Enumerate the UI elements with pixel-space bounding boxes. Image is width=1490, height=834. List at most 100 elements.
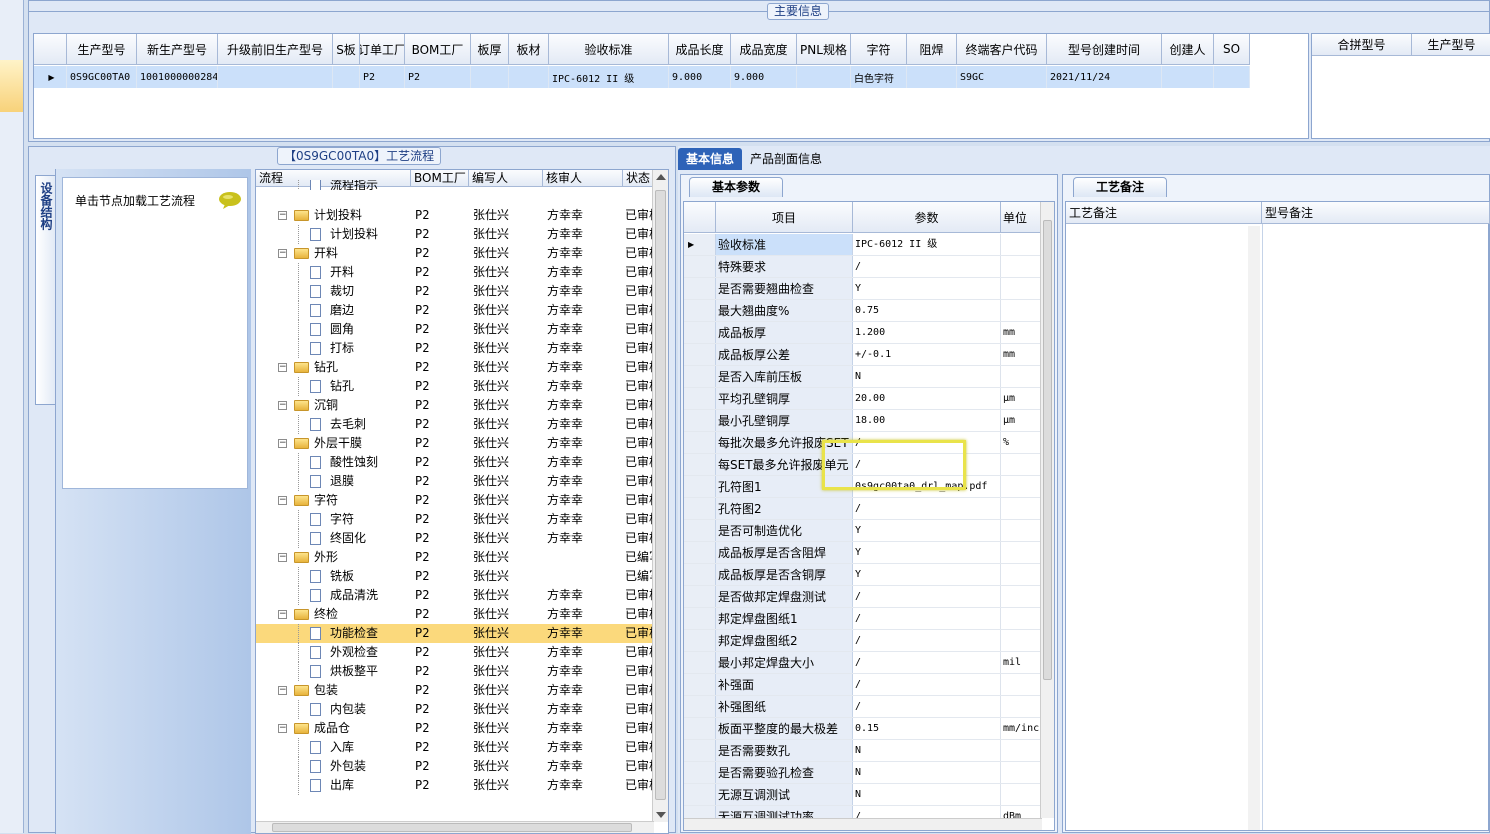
tree-node[interactable]: 入库 <box>256 738 411 757</box>
tree-node[interactable]: − 字符 <box>256 491 411 510</box>
author-cell[interactable]: 张仕兴 <box>469 681 543 700</box>
param-value[interactable]: / <box>853 432 1001 453</box>
params-column-header[interactable]: 单位 <box>1001 202 1041 232</box>
side-tab-equipment-structure[interactable]: 设备结构 <box>35 175 55 405</box>
tree-node[interactable]: − 开料 <box>256 244 411 263</box>
tree-node[interactable]: − 成品仓 <box>256 719 411 738</box>
grid-cell[interactable]: S9GC <box>957 66 1047 88</box>
author-cell[interactable]: 张仕兴 <box>469 225 543 244</box>
author-cell[interactable]: 张仕兴 <box>469 567 543 586</box>
grid-cell[interactable] <box>509 66 549 88</box>
reviewer-cell[interactable]: 方幸幸 <box>543 624 623 643</box>
params-column-header[interactable]: 项目 <box>716 202 853 232</box>
collapse-toggle-icon[interactable]: − <box>278 363 287 372</box>
params-row[interactable]: 成品板厚是否含阻焊 Y <box>684 542 1041 564</box>
tree-row[interactable]: 酸性蚀刻 P2张仕兴方幸幸已审核 <box>256 453 654 472</box>
grid-cell[interactable]: P2 <box>360 66 405 88</box>
tree-row[interactable]: 功能检查 P2张仕兴方幸幸已审核 <box>256 624 654 643</box>
bom-factory-cell[interactable]: P2 <box>411 719 469 738</box>
notes-column-header[interactable]: 型号备注 <box>1262 202 1490 223</box>
bom-factory-cell[interactable]: P2 <box>411 339 469 358</box>
param-value[interactable]: / <box>853 652 1001 673</box>
params-row[interactable]: 孔符图1 0s9gc00ta0_drl_map.pdf <box>684 476 1041 498</box>
tree-node[interactable]: 外包装 <box>256 757 411 776</box>
bom-factory-cell[interactable]: P2 <box>411 738 469 757</box>
tree-horizontal-scrollbar[interactable] <box>256 821 654 833</box>
grid-cell[interactable] <box>1214 66 1250 88</box>
tree-node[interactable]: 烘板整平 <box>256 662 411 681</box>
tree-row[interactable]: 开料 P2张仕兴方幸幸已审核 <box>256 263 654 282</box>
collapse-toggle-icon[interactable]: − <box>278 249 287 258</box>
reviewer-cell[interactable]: 方幸幸 <box>543 434 623 453</box>
notes-scrollbar[interactable] <box>1248 226 1260 830</box>
reviewer-cell[interactable] <box>543 567 623 586</box>
params-row[interactable]: 最大翘曲度% 0.75 <box>684 300 1041 322</box>
bom-factory-cell[interactable]: P2 <box>411 263 469 282</box>
grid-cell[interactable] <box>471 66 509 88</box>
param-value[interactable]: Y <box>853 542 1001 563</box>
param-value[interactable]: 18.00 <box>853 410 1001 431</box>
reviewer-cell[interactable] <box>543 548 623 567</box>
tree-node[interactable]: − 钻孔 <box>256 358 411 377</box>
process-tree-grid[interactable]: 流程BOM工厂编写人核审人状态 流程指示−计划投料P2张仕兴方幸幸已审核计划投料… <box>255 169 669 834</box>
tree-node[interactable]: 出库 <box>256 776 411 795</box>
tree-node[interactable]: 酸性蚀刻 <box>256 453 411 472</box>
status-cell[interactable]: 已审核 <box>623 434 654 453</box>
collapse-toggle-icon[interactable]: − <box>278 439 287 448</box>
tree-node[interactable]: − 终检 <box>256 605 411 624</box>
status-cell[interactable]: 已审核 <box>623 453 654 472</box>
params-row[interactable]: 补强图纸 / <box>684 696 1041 718</box>
bom-factory-cell[interactable]: P2 <box>411 244 469 263</box>
collapse-toggle-icon[interactable]: − <box>278 496 287 505</box>
bom-factory-cell[interactable]: P2 <box>411 662 469 681</box>
column-header[interactable]: 成品宽度 <box>731 34 797 64</box>
status-cell[interactable]: 已审核 <box>623 206 654 225</box>
grid-cell[interactable]: 2021/11/24 <box>1047 66 1162 88</box>
reviewer-cell[interactable]: 方幸幸 <box>543 662 623 681</box>
param-value[interactable]: / <box>853 454 1001 475</box>
bom-factory-cell[interactable]: P2 <box>411 320 469 339</box>
tab-product-section[interactable]: 产品剖面信息 <box>742 148 830 170</box>
left-dock-strip[interactable] <box>0 0 24 833</box>
collapse-toggle-icon[interactable]: − <box>278 553 287 562</box>
param-value[interactable]: Y <box>853 520 1001 541</box>
param-value[interactable]: 0s9gc00ta0_drl_map.pdf <box>853 476 1001 497</box>
tree-row[interactable]: − 包装 P2张仕兴方幸幸已审核 <box>256 681 654 700</box>
bom-factory-cell[interactable]: P2 <box>411 681 469 700</box>
basic-params-grid[interactable]: 项目 参数 单位 ▶ 验收标准 IPC-6012 II 级特殊要求 / 是否需要翘曲检查 Y 最… <box>683 201 1055 831</box>
params-row[interactable]: 最小孔壁铜厚 18.00 μm <box>684 410 1041 432</box>
params-row[interactable]: ▶ 验收标准 IPC-6012 II 级 <box>684 234 1041 256</box>
tree-row[interactable]: − 外层干膜 P2张仕兴方幸幸已审核 <box>256 434 654 453</box>
column-header[interactable]: 验收标准 <box>549 34 669 64</box>
bom-factory-cell[interactable]: P2 <box>411 700 469 719</box>
reviewer-cell[interactable]: 方幸幸 <box>543 320 623 339</box>
column-header[interactable]: 终端客户代码 <box>957 34 1047 64</box>
author-cell[interactable]: 张仕兴 <box>469 320 543 339</box>
scroll-up-arrow-icon[interactable] <box>656 174 666 180</box>
bom-factory-cell[interactable]: P2 <box>411 643 469 662</box>
bom-factory-cell[interactable]: P2 <box>411 225 469 244</box>
status-cell[interactable]: 已审核 <box>623 643 654 662</box>
reviewer-cell[interactable]: 方幸幸 <box>543 377 623 396</box>
author-cell[interactable]: 张仕兴 <box>469 624 543 643</box>
param-value[interactable]: Y <box>853 278 1001 299</box>
grid-cell[interactable]: 9.000 <box>731 66 797 88</box>
reviewer-cell[interactable]: 方幸幸 <box>543 491 623 510</box>
params-row[interactable]: 邦定焊盘图纸2/ <box>684 630 1041 652</box>
status-cell[interactable]: 已审核 <box>623 662 654 681</box>
tree-node[interactable]: 圆角 <box>256 320 411 339</box>
author-cell[interactable]: 张仕兴 <box>469 491 543 510</box>
main-grid-row[interactable]: ▶ 0S9GC00TA0 10010000002848 P2 P2 IPC-6012 II… <box>34 66 1250 88</box>
bom-factory-cell[interactable]: P2 <box>411 453 469 472</box>
reviewer-cell[interactable]: 方幸幸 <box>543 776 623 795</box>
reviewer-cell[interactable]: 方幸幸 <box>543 586 623 605</box>
params-row[interactable]: 是否需要数孔 N <box>684 740 1041 762</box>
param-value[interactable]: / <box>853 696 1001 717</box>
param-value[interactable]: +/-0.1 <box>853 344 1001 365</box>
tree-row[interactable]: 内包装 P2张仕兴方幸幸已审核 <box>256 700 654 719</box>
param-value[interactable]: N <box>853 740 1001 761</box>
status-cell[interactable]: 已审核 <box>623 719 654 738</box>
reviewer-cell[interactable]: 方幸幸 <box>543 206 623 225</box>
grid-cell[interactable] <box>1162 66 1214 88</box>
column-header[interactable]: 型号创建时间 <box>1047 34 1162 64</box>
